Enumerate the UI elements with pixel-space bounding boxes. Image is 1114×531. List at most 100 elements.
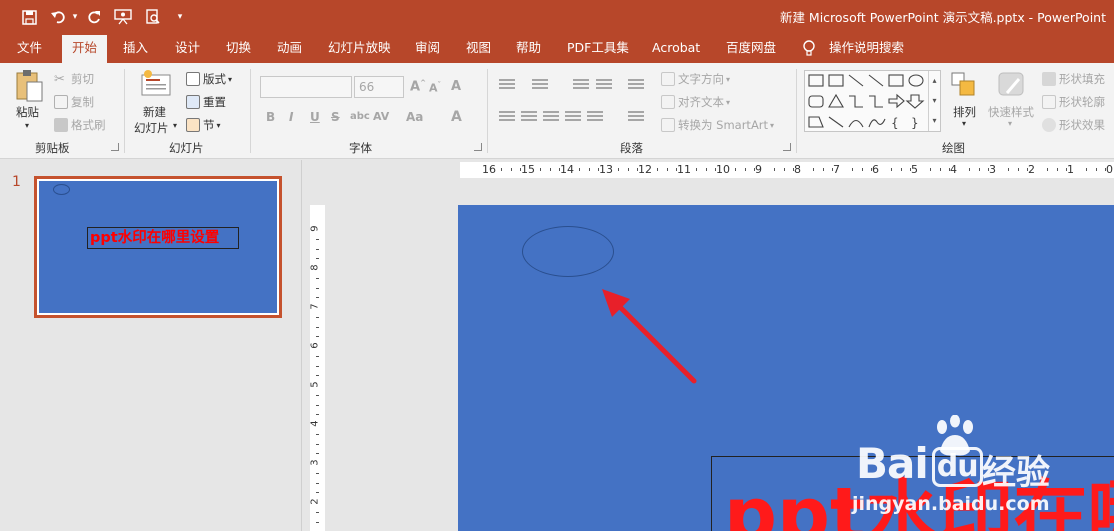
copy-button[interactable]: 复制 — [54, 94, 94, 110]
cut-button[interactable]: ✂ 剪切 — [54, 71, 94, 87]
tab-slideshow[interactable]: 幻灯片放映 — [328, 33, 391, 63]
text-direction-button[interactable]: 文字方向 ▾ — [661, 71, 730, 87]
smartart-icon — [661, 118, 675, 132]
convert-smartart-button[interactable]: 转换为 SmartArt ▾ — [661, 117, 774, 133]
section-button[interactable]: 节 ▾ — [186, 117, 221, 133]
tab-review[interactable]: 审阅 — [415, 33, 440, 63]
tab-pdf-tools[interactable]: PDF工具集 — [567, 33, 629, 63]
change-case-button[interactable]: Aa — [406, 110, 423, 124]
format-painter-button[interactable]: 格式刷 — [54, 117, 106, 133]
shadow-button[interactable]: abc — [350, 111, 370, 122]
underline-button[interactable]: U — [310, 110, 320, 124]
tab-design[interactable]: 设计 — [175, 33, 200, 63]
ruler-tick — [1095, 168, 1097, 171]
redo-icon[interactable] — [84, 6, 104, 28]
copy-icon — [54, 95, 68, 109]
undo-icon[interactable] — [48, 6, 70, 28]
svg-text:{: { — [891, 116, 899, 130]
shape-outline-button[interactable]: 形状轮廓 — [1042, 94, 1105, 110]
ruler-tick — [822, 168, 824, 171]
bullets-icon[interactable] — [499, 79, 515, 91]
shrink-font-icon[interactable]: Aˇ — [429, 81, 441, 95]
group-label-paragraph: 段落 — [620, 141, 643, 155]
ruler-tick — [890, 168, 892, 171]
columns-icon[interactable] — [628, 111, 644, 123]
ruler-tick — [1017, 168, 1019, 171]
smartart-dropdown-icon: ▾ — [770, 120, 775, 130]
decrease-indent-icon[interactable] — [573, 79, 589, 91]
ruler-number: 8 — [794, 163, 801, 176]
bold-button[interactable]: B — [266, 110, 275, 124]
ruler-tick — [316, 482, 319, 484]
character-spacing-button[interactable]: AV — [373, 110, 389, 123]
ruler-tick — [316, 248, 319, 250]
clipboard-launcher-icon[interactable] — [111, 143, 119, 151]
tab-file[interactable]: 文件 — [17, 33, 42, 63]
shapes-gallery[interactable]: {} ▴ ▾ ▾ — [804, 70, 941, 132]
customize-toolbar-icon[interactable]: ▾ — [172, 6, 188, 28]
text-direction-label: 文字方向 — [678, 72, 724, 86]
ruler-tick — [549, 168, 551, 171]
ruler-number: 11 — [677, 163, 691, 176]
ruler-tick — [316, 238, 319, 240]
tab-view[interactable]: 视图 — [466, 33, 491, 63]
strikethrough-button[interactable]: S — [331, 110, 340, 124]
copy-label: 复制 — [71, 95, 94, 109]
tab-insert[interactable]: 插入 — [123, 33, 148, 63]
align-text-button[interactable]: 对齐文本 ▾ — [661, 94, 730, 110]
tab-home[interactable]: 开始 — [62, 35, 108, 63]
distributed-icon[interactable] — [587, 111, 603, 123]
font-color-button[interactable]: A — [451, 109, 462, 125]
font-name-box[interactable] — [260, 76, 352, 98]
arrange-label: 排列 — [953, 105, 976, 119]
paste-button[interactable]: 粘贴 ▾ — [12, 69, 46, 133]
new-slide-button[interactable]: 新建 幻灯片 ▾ — [133, 69, 181, 137]
shape-effects-label: 形状效果 — [1059, 118, 1105, 132]
group-label-clipboard: 剪贴板 — [35, 141, 70, 155]
shape-fill-button[interactable]: 形状填充 — [1042, 71, 1105, 87]
shape-effects-button[interactable]: 形状效果 — [1042, 117, 1105, 133]
present-from-start-icon[interactable] — [112, 6, 134, 28]
align-right-icon[interactable] — [543, 111, 559, 123]
new-slide-label-2: 幻灯片 — [134, 121, 169, 135]
line-spacing-icon[interactable] — [628, 79, 644, 91]
align-left-icon[interactable] — [499, 111, 515, 123]
italic-button[interactable]: I — [289, 110, 293, 124]
paragraph-launcher-icon[interactable] — [783, 143, 791, 151]
tell-me-search[interactable]: 操作说明搜索 — [829, 33, 904, 63]
undo-dropdown-icon[interactable]: ▾ — [70, 6, 80, 28]
print-preview-icon[interactable] — [142, 6, 164, 28]
tab-acrobat[interactable]: Acrobat — [652, 33, 700, 63]
horizontal-ruler: 1615141312111098765432101 — [460, 162, 1114, 178]
ruler-tick — [695, 168, 697, 171]
slide-thumbnail[interactable]: ppt水印在哪里设置 — [34, 176, 282, 318]
reset-button[interactable]: 重置 — [186, 94, 226, 110]
quick-styles-button[interactable]: 快速样式 ▾ — [986, 71, 1038, 135]
save-icon[interactable] — [18, 6, 40, 28]
clear-format-icon[interactable]: A — [451, 79, 461, 94]
tab-baidu-netdisk[interactable]: 百度网盘 — [726, 33, 776, 63]
justify-icon[interactable] — [565, 111, 581, 123]
tab-help[interactable]: 帮助 — [516, 33, 541, 63]
tab-transitions[interactable]: 切换 — [226, 33, 251, 63]
section-icon — [186, 118, 200, 132]
ruler-number: 16 — [482, 163, 496, 176]
grow-font-icon[interactable]: A^ — [410, 79, 426, 94]
shapes-scroll[interactable]: ▴ ▾ ▾ — [928, 71, 940, 131]
arrange-button[interactable]: 排列 ▾ — [950, 71, 982, 135]
font-launcher-icon[interactable] — [474, 143, 482, 151]
group-label-font: 字体 — [349, 141, 372, 155]
ruler-number: 9 — [309, 225, 321, 232]
tab-animations[interactable]: 动画 — [277, 33, 302, 63]
separator — [796, 69, 797, 153]
layout-button[interactable]: 版式 ▾ — [186, 71, 232, 87]
ruler-tick — [1056, 168, 1058, 171]
numbering-icon[interactable] — [532, 79, 548, 91]
align-center-icon[interactable] — [521, 111, 537, 123]
ruler-tick — [316, 336, 319, 338]
slide-thumbnail-panel: 1 ppt水印在哪里设置 — [0, 160, 302, 531]
font-size-box[interactable]: 66 — [354, 76, 404, 98]
increase-indent-icon[interactable] — [596, 79, 612, 91]
ruler-tick — [705, 168, 707, 171]
align-text-icon — [661, 95, 675, 109]
